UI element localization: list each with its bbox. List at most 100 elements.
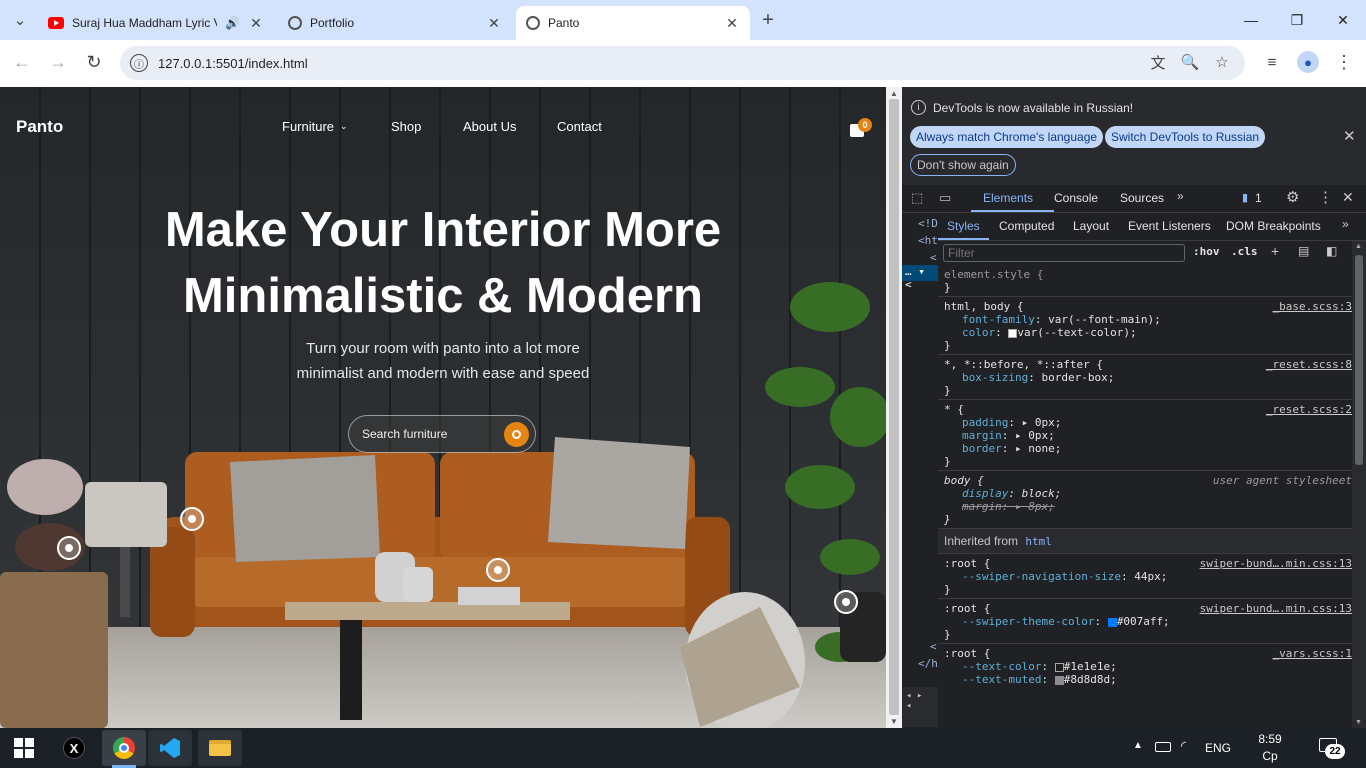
css-property[interactable]: margin: ▸ 0px; [944, 429, 1352, 442]
settings-gear-icon[interactable]: ⚙ [1286, 188, 1299, 206]
color-swatch[interactable] [1054, 675, 1064, 685]
page-scrollbar[interactable]: ▲ ▼ [886, 87, 902, 728]
css-property-overridden[interactable]: margin: ▸ 8px; [944, 500, 1352, 513]
wifi-icon[interactable]: ◜ [1181, 738, 1186, 754]
always-match-language-button[interactable]: Always match Chrome's language [910, 126, 1104, 148]
dont-show-again-button[interactable]: Don't show again [910, 154, 1016, 176]
tab-console[interactable]: Console [1054, 191, 1098, 205]
css-property[interactable]: font-family: var(--font-main); [944, 313, 1352, 326]
battery-icon[interactable] [1155, 742, 1171, 752]
site-info-icon[interactable]: ⓘ [130, 54, 148, 72]
nav-shop[interactable]: Shop [391, 119, 421, 134]
product-hotspot[interactable] [486, 558, 510, 582]
new-tab-button[interactable]: + [754, 6, 782, 34]
toggle-sidebar-icon[interactable]: ◧ [1326, 244, 1337, 258]
clock[interactable]: 8:59 Ср 15.05.24 [1238, 731, 1302, 782]
rule-source-link[interactable]: swiper-bund….min.css:13 [1200, 557, 1352, 570]
tab-styles[interactable]: Styles [947, 219, 980, 233]
tab-elements[interactable]: Elements [983, 191, 1033, 205]
inspect-element-icon[interactable]: ⬚ [911, 190, 923, 206]
rule-source-link[interactable]: swiper-bund….min.css:13 [1200, 602, 1352, 615]
tab-event-listeners[interactable]: Event Listeners [1128, 219, 1211, 233]
forward-icon[interactable]: → [44, 48, 72, 76]
more-tabs-icon[interactable]: » [1177, 189, 1184, 203]
class-toggle[interactable]: .cls [1231, 245, 1258, 258]
css-property[interactable]: color: var(--text-color); [944, 326, 1352, 339]
nav-contact[interactable]: Contact [557, 119, 602, 134]
nav-furniture[interactable]: Furniture ⌄ [282, 119, 348, 134]
site-logo[interactable]: Panto [16, 117, 63, 137]
start-button[interactable] [2, 730, 46, 766]
inherited-element-link[interactable]: html [1025, 535, 1052, 548]
cart-button[interactable]: 0 [848, 118, 872, 139]
devtools-menu-icon[interactable]: ⋮ [1318, 188, 1333, 206]
dom-node[interactable]: < [930, 251, 937, 264]
taskbar-chrome-app[interactable] [102, 730, 146, 766]
rule-source-link[interactable]: _vars.scss:1 [1273, 647, 1352, 660]
address-bar[interactable]: ⓘ 127.0.0.1:5501/index.html [120, 46, 1245, 80]
css-property[interactable]: box-sizing: border-box; [944, 371, 1352, 384]
search-button[interactable] [504, 422, 529, 447]
show-hidden-icons-chevron[interactable]: ▲ [1133, 740, 1143, 751]
dom-node-selected[interactable]: … ▾ < [902, 265, 938, 291]
close-devtools-icon[interactable]: ✕ [1342, 189, 1354, 206]
dom-node[interactable]: <!D [918, 217, 938, 230]
tab-dom-breakpoints[interactable]: DOM Breakpoints [1226, 219, 1321, 233]
tab-sources[interactable]: Sources [1120, 191, 1164, 205]
rule-source-link[interactable]: _reset.scss:2 [1266, 403, 1352, 416]
tab-youtube[interactable]: Suraj Hua Maddham Lyric V 🔊 ✕ [38, 6, 274, 40]
css-property[interactable]: padding: ▸ 0px; [944, 416, 1352, 429]
minimize-icon[interactable]: — [1228, 0, 1274, 40]
close-window-icon[interactable]: ✕ [1320, 0, 1366, 40]
rule-selector[interactable]: element.style { [944, 268, 1352, 281]
bookmark-star-icon[interactable]: ☆ [1208, 48, 1236, 76]
product-hotspot[interactable] [57, 536, 81, 560]
media-controls-icon[interactable]: ≡ [1258, 48, 1286, 76]
more-subtabs-icon[interactable]: » [1342, 217, 1349, 231]
product-hotspot[interactable] [834, 590, 858, 614]
styles-filter-input[interactable] [943, 244, 1185, 262]
css-property[interactable]: --text-color: #1e1e1e; [944, 660, 1352, 673]
rule-source-link[interactable]: _reset.scss:8 [1266, 358, 1352, 371]
issues-icon[interactable]: ▮ [1242, 191, 1248, 204]
search-furniture-input[interactable] [362, 427, 492, 441]
css-property[interactable]: display: block; [944, 487, 1352, 500]
translate-icon[interactable]: 文 [1144, 48, 1172, 76]
dom-node[interactable]: </h [918, 657, 938, 670]
css-property[interactable]: border: ▸ none; [944, 442, 1352, 455]
css-property[interactable]: --swiper-theme-color: #007aff; [944, 615, 1352, 628]
hover-state-toggle[interactable]: :hov [1193, 245, 1220, 258]
dom-scroll-arrows[interactable]: ◂ ▸ ◂ [902, 687, 938, 727]
speaker-icon[interactable]: 🔊 [225, 16, 240, 30]
close-tab-icon[interactable]: ✕ [486, 15, 502, 32]
tab-layout[interactable]: Layout [1073, 219, 1109, 233]
color-swatch[interactable] [1107, 617, 1117, 627]
menu-kebab-icon[interactable]: ⋮ [1330, 48, 1358, 76]
language-indicator[interactable]: ENG [1205, 741, 1231, 755]
color-swatch[interactable] [1054, 662, 1064, 672]
styles-scrollbar-thumb[interactable] [1355, 255, 1363, 465]
new-style-rule-icon[interactable]: + [1271, 243, 1279, 259]
close-tab-icon[interactable]: ✕ [724, 15, 740, 32]
dom-node[interactable]: <ht [918, 234, 938, 247]
product-hotspot[interactable] [180, 507, 204, 531]
rule-source-link[interactable]: _base.scss:3 [1273, 300, 1352, 313]
rendering-emulation-icon[interactable]: ▤ [1298, 244, 1309, 258]
taskbar-x-app[interactable]: X [52, 730, 96, 766]
taskbar-vscode-app[interactable] [148, 730, 192, 766]
close-tab-icon[interactable]: ✕ [248, 15, 264, 32]
restore-icon[interactable]: ❐ [1274, 0, 1320, 40]
taskbar-file-explorer-app[interactable] [198, 730, 242, 766]
close-infobar-icon[interactable]: ✕ [1343, 127, 1356, 145]
profile-avatar-icon[interactable]: ● [1294, 48, 1322, 76]
tab-portfolio[interactable]: Portfolio ✕ [278, 6, 512, 40]
dom-node[interactable]: < [930, 640, 937, 653]
tab-panto[interactable]: Panto ✕ [516, 6, 750, 40]
tab-computed[interactable]: Computed [999, 219, 1054, 233]
styles-scrollbar[interactable]: ▲ ▼ [1352, 241, 1366, 728]
reload-icon[interactable]: ↻ [80, 48, 108, 76]
tab-search-chevron-icon[interactable]: ⌄ [6, 6, 34, 34]
device-toolbar-icon[interactable]: ▭ [939, 190, 951, 206]
scrollbar-thumb[interactable] [889, 99, 899, 715]
css-property[interactable]: --swiper-navigation-size: 44px; [944, 570, 1352, 583]
